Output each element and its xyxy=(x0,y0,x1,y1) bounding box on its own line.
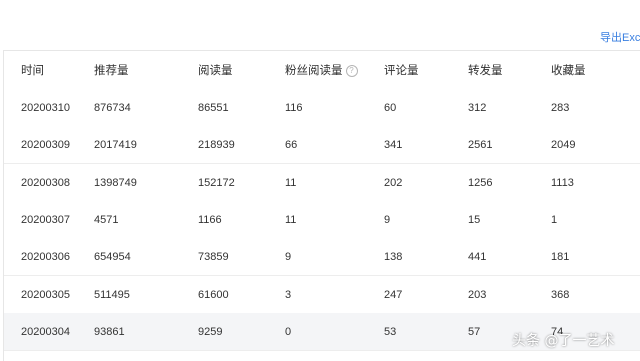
cell-comments: 9 xyxy=(384,213,391,226)
cell-reads: 73859 xyxy=(198,250,229,263)
cell-recommend: 654954 xyxy=(94,250,131,263)
cell-shares: 1256 xyxy=(468,176,493,189)
cell-reads: 152172 xyxy=(198,176,235,189)
cell-fan-reads: 66 xyxy=(285,138,298,151)
cell-shares: 57 xyxy=(468,325,481,338)
top-strip: 导出Exce xyxy=(0,0,640,50)
cell-favorites: 1113 xyxy=(551,176,574,189)
cell-reads: 218939 xyxy=(198,138,235,151)
table-row[interactable]: 20200306 654954 73859 9 138 441 181 xyxy=(4,238,640,276)
cell-reads: 1166 xyxy=(198,213,222,226)
cell-shares: 441 xyxy=(468,250,487,263)
table-row[interactable]: 20200308 1398749 152172 11 202 1256 1113 xyxy=(4,164,640,202)
help-icon[interactable]: ? xyxy=(345,65,358,77)
cell-recommend: 4571 xyxy=(94,213,119,226)
header-recommend[interactable]: 推荐量 xyxy=(94,62,129,78)
header-favorites[interactable]: 收藏量 xyxy=(551,62,586,78)
cell-fan-reads: 3 xyxy=(285,288,292,301)
cell-comments: 60 xyxy=(384,101,397,114)
cell-date: 20200308 xyxy=(21,176,70,189)
cell-date: 20200309 xyxy=(21,138,70,151)
cell-fan-reads: 11 xyxy=(285,213,297,226)
cell-comments: 138 xyxy=(384,250,403,263)
header-date[interactable]: 时间 xyxy=(21,62,44,78)
cell-date: 20200306 xyxy=(21,250,70,263)
cell-fan-reads: 0 xyxy=(285,325,292,338)
cell-recommend: 511495 xyxy=(94,288,130,301)
cell-recommend: 2017419 xyxy=(94,138,137,151)
cell-recommend: 93861 xyxy=(94,325,125,338)
table-row[interactable]: 20200309 2017419 218939 66 341 2561 2049 xyxy=(4,126,640,164)
cell-reads: 9259 xyxy=(198,325,223,338)
cell-fan-reads: 11 xyxy=(285,176,297,189)
cell-comments: 202 xyxy=(384,176,403,189)
cell-reads: 61600 xyxy=(198,288,229,301)
cell-favorites: 283 xyxy=(551,101,570,114)
cell-shares: 2561 xyxy=(468,138,493,151)
watermark: 头条 @了一艺术 xyxy=(512,333,615,349)
cell-date: 20200307 xyxy=(21,213,70,226)
cell-comments: 341 xyxy=(384,138,403,151)
cell-fan-reads: 116 xyxy=(285,101,303,114)
cell-favorites: 181 xyxy=(551,250,570,263)
cell-comments: 53 xyxy=(384,325,397,338)
cell-favorites: 368 xyxy=(551,288,570,301)
cell-favorites: 1 xyxy=(551,213,558,226)
cell-date: 20200305 xyxy=(21,288,70,301)
header-reads[interactable]: 阅读量 xyxy=(198,62,233,78)
cell-fan-reads: 9 xyxy=(285,250,292,263)
cell-shares: 312 xyxy=(468,101,487,114)
cell-recommend: 876734 xyxy=(94,101,131,114)
cell-favorites: 2049 xyxy=(551,138,576,151)
cell-shares: 15 xyxy=(468,213,481,226)
header-comments[interactable]: 评论量 xyxy=(384,62,419,78)
cell-date: 20200304 xyxy=(21,325,70,338)
cell-comments: 247 xyxy=(384,288,403,301)
stats-table: 时间 推荐量 阅读量 粉丝阅读量? 评论量 转发量 收藏量 20200310 8… xyxy=(3,50,640,361)
table-row[interactable]: 20200307 4571 1166 11 9 15 1 xyxy=(4,201,640,239)
table-row[interactable]: 20200310 876734 86551 116 60 312 283 xyxy=(4,89,640,127)
table-header: 时间 推荐量 阅读量 粉丝阅读量? 评论量 转发量 收藏量 xyxy=(4,51,640,90)
export-excel-link[interactable]: 导出Exce xyxy=(600,29,640,45)
table-row[interactable]: 20200305 511495 61600 3 247 203 368 xyxy=(4,276,640,314)
cell-recommend: 1398749 xyxy=(94,176,137,189)
header-fan-reads-label: 粉丝阅读量 xyxy=(285,65,343,77)
cell-shares: 203 xyxy=(468,288,487,301)
header-fan-reads[interactable]: 粉丝阅读量? xyxy=(285,62,358,78)
cell-reads: 86551 xyxy=(198,101,229,114)
cell-date: 20200310 xyxy=(21,101,70,114)
header-shares[interactable]: 转发量 xyxy=(468,62,503,78)
